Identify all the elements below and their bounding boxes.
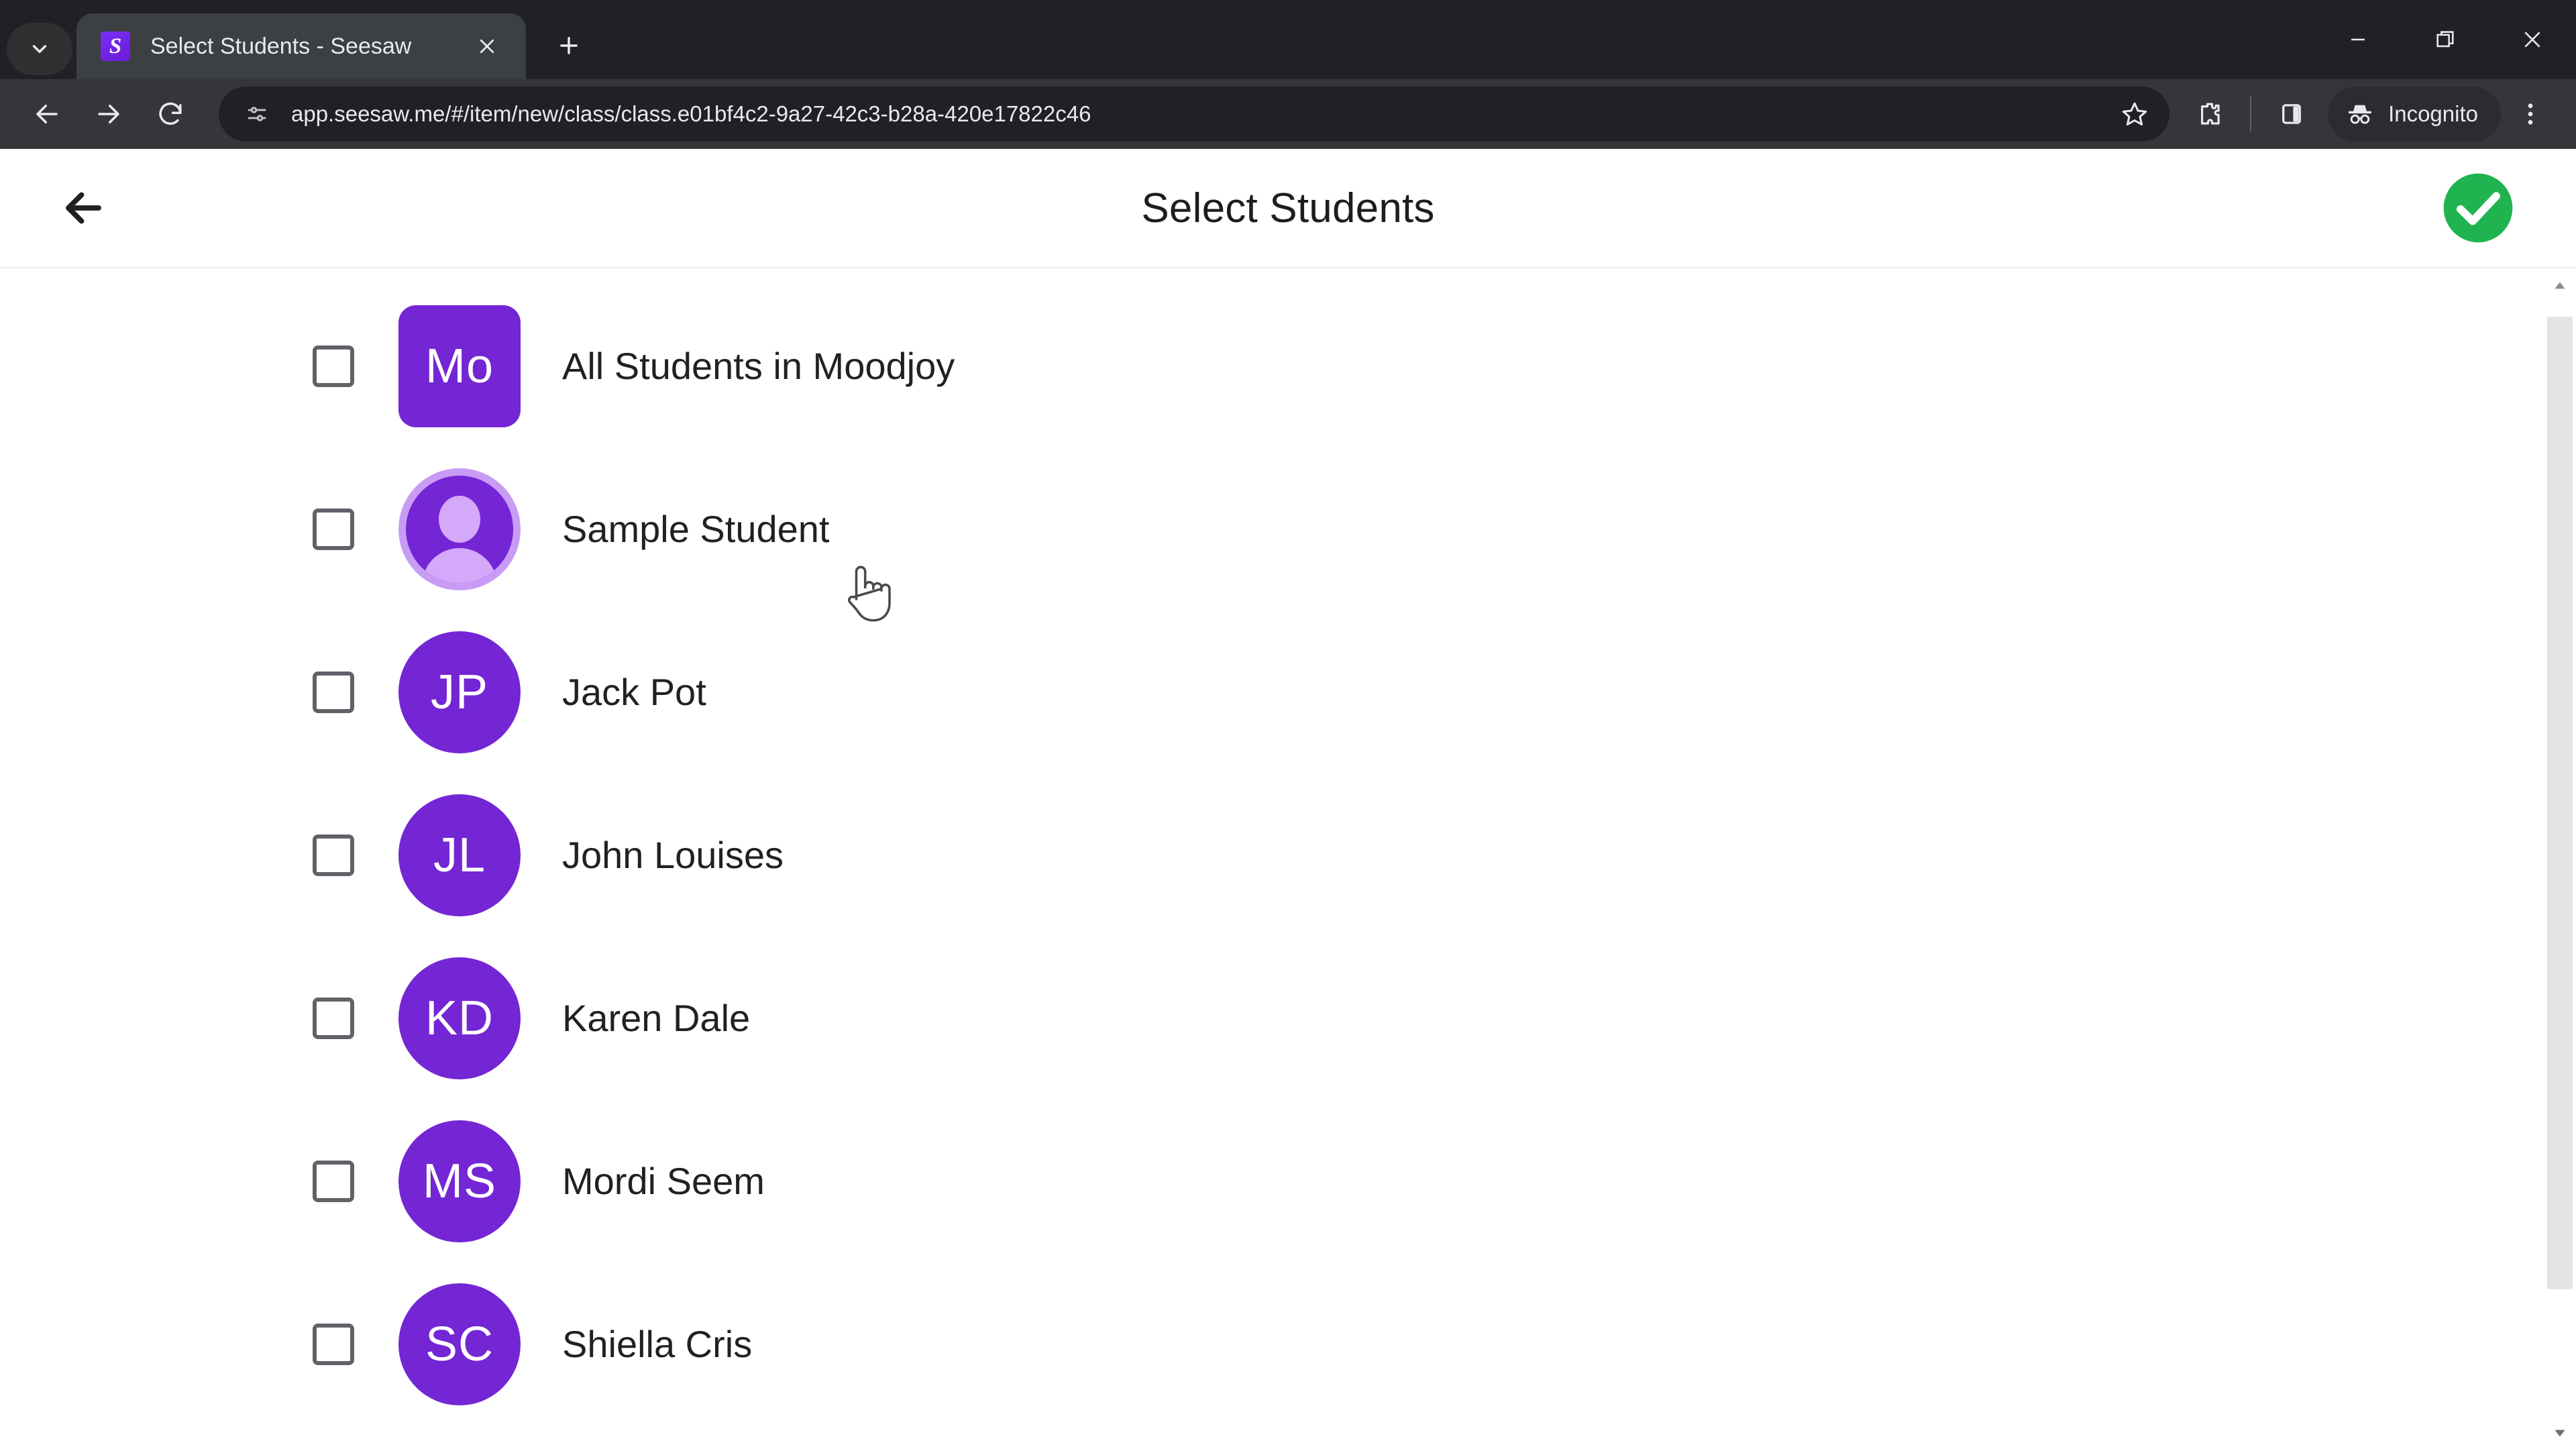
seesaw-favicon: S — [101, 32, 130, 61]
back-button[interactable] — [16, 83, 78, 145]
scrollbar-thumb[interactable] — [2547, 317, 2573, 1289]
confirm-selection-button[interactable] — [2440, 170, 2516, 246]
avatar: KD — [398, 957, 521, 1079]
avatar: JP — [398, 631, 521, 753]
student-row[interactable]: Sample Student — [0, 447, 2576, 610]
maximize-button[interactable] — [2402, 0, 2489, 79]
forward-arrow-icon — [98, 105, 119, 123]
scroll-up-button[interactable] — [2544, 270, 2576, 302]
chevron-down-icon — [32, 45, 47, 53]
site-info-button[interactable] — [236, 93, 278, 135]
student-row[interactable]: KD Karen Dale — [0, 936, 2576, 1099]
browser-toolbar: app.seesaw.me/#/item/new/class/class.e01… — [0, 79, 2576, 149]
student-name: Mordi Seem — [562, 1160, 765, 1202]
window-controls — [2314, 0, 2576, 79]
student-checkbox[interactable] — [313, 345, 354, 387]
student-row[interactable]: SC Shiella Cris — [0, 1263, 2576, 1426]
close-icon — [480, 39, 494, 54]
side-panel-icon — [2282, 104, 2301, 124]
student-checkbox[interactable] — [313, 671, 354, 713]
star-icon — [2122, 102, 2147, 125]
tab-search-button[interactable] — [7, 23, 72, 75]
browser-window: S Select Students - Seesaw app.seesaw.me… — [0, 0, 2576, 1449]
tab-title: Select Students - Seesaw — [150, 33, 412, 59]
incognito-indicator[interactable]: Incognito — [2328, 87, 2501, 142]
page-back-button[interactable] — [46, 171, 119, 245]
student-checkbox[interactable] — [313, 997, 354, 1039]
student-name: John Louises — [562, 834, 784, 876]
green-check-circle-icon — [2443, 173, 2513, 243]
extensions-button[interactable] — [2180, 85, 2239, 144]
new-tab-button[interactable] — [541, 17, 597, 74]
avatar: JL — [398, 794, 521, 916]
student-checkbox[interactable] — [313, 834, 354, 876]
back-arrow-icon — [66, 192, 101, 224]
bookmark-button[interactable] — [2108, 87, 2161, 141]
avatar: Mo — [398, 305, 521, 427]
restore-icon — [2436, 31, 2454, 48]
avatar: SC — [398, 1283, 521, 1405]
site-settings-icon — [248, 107, 266, 121]
address-bar[interactable]: app.seesaw.me/#/item/new/class/class.e01… — [219, 87, 2170, 142]
avatar-person-icon — [398, 468, 521, 590]
student-checkbox[interactable] — [313, 1323, 354, 1365]
page-scrollbar[interactable] — [2544, 270, 2576, 1449]
student-name: Shiella Cris — [562, 1323, 753, 1365]
browser-tab[interactable]: S Select Students - Seesaw — [76, 13, 526, 79]
avatar: MS — [398, 1120, 521, 1242]
scroll-down-arrow-icon — [2555, 1430, 2565, 1437]
page-header: Select Students — [0, 149, 2576, 268]
student-list-container: Mo All Students in Moodjoy Sample Student J… — [0, 270, 2576, 1449]
scroll-down-button[interactable] — [2544, 1417, 2576, 1449]
student-row[interactable]: JP Jack Pot — [0, 610, 2576, 773]
student-list: Mo All Students in Moodjoy Sample Student J… — [0, 270, 2576, 1426]
tab-strip: S Select Students - Seesaw — [0, 0, 2576, 79]
back-arrow-icon — [36, 105, 58, 123]
scrollbar-track[interactable] — [2544, 302, 2576, 1417]
student-row[interactable]: MS Mordi Seem — [0, 1099, 2576, 1263]
kebab-menu-icon — [2528, 103, 2533, 125]
minimize-button[interactable] — [2314, 0, 2402, 79]
page-viewport: Select Students Mo All Students in Moodjo… — [0, 149, 2576, 1449]
reload-icon — [159, 102, 182, 125]
student-checkbox[interactable] — [313, 1160, 354, 1202]
chrome-menu-button[interactable] — [2501, 85, 2560, 144]
student-row[interactable]: Mo All Students in Moodjoy — [0, 284, 2576, 447]
side-panel-button[interactable] — [2262, 85, 2321, 144]
student-name: All Students in Moodjoy — [562, 345, 955, 387]
page-title: Select Students — [1141, 184, 1435, 231]
student-checkbox[interactable] — [313, 508, 354, 550]
incognito-hat-icon — [2348, 105, 2372, 124]
forward-button[interactable] — [78, 83, 140, 145]
student-name: Karen Dale — [562, 997, 751, 1039]
minimize-icon — [2351, 38, 2365, 41]
student-row[interactable]: JL John Louises — [0, 773, 2576, 936]
close-window-button[interactable] — [2489, 0, 2576, 79]
reload-button[interactable] — [140, 83, 201, 145]
close-icon — [2524, 32, 2540, 48]
student-name: Jack Pot — [562, 671, 706, 713]
extensions-puzzle-icon — [2201, 103, 2220, 125]
url-text: app.seesaw.me/#/item/new/class/class.e01… — [291, 101, 1091, 126]
plus-icon — [560, 37, 578, 54]
toolbar-divider — [2250, 97, 2252, 131]
scroll-up-arrow-icon — [2555, 282, 2565, 289]
student-name: Sample Student — [562, 508, 830, 550]
tab-close-button[interactable] — [468, 28, 506, 65]
incognito-label: Incognito — [2388, 101, 2478, 126]
